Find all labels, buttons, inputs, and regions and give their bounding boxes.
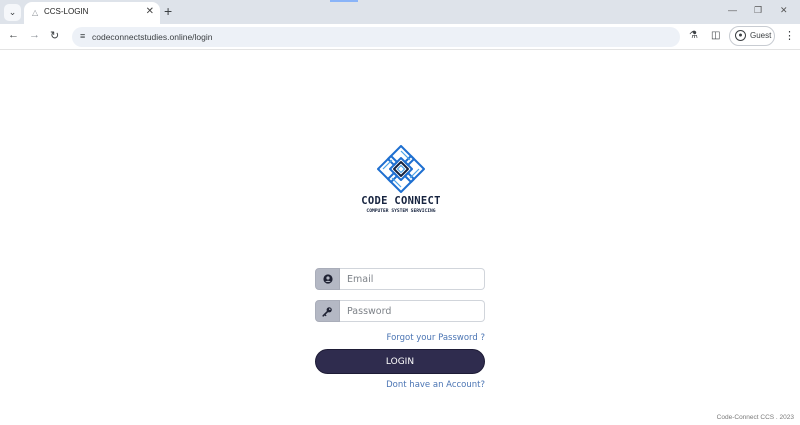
user-circle-icon	[322, 274, 333, 284]
footer-copyright: Code-Connect CCS . 2023	[716, 414, 794, 421]
arrow-right-icon[interactable]: →	[29, 29, 40, 41]
key-icon	[322, 306, 332, 317]
brand-logo: CODE CONNECT COMPUTER SYSTEM SERVICING	[359, 145, 443, 219]
chevron-down-icon: ⌄	[8, 7, 17, 17]
profile-label: Guest	[750, 31, 772, 40]
password-input[interactable]	[340, 300, 485, 322]
window-close-icon[interactable]: ✕	[780, 5, 788, 16]
reload-icon[interactable]: ↻	[50, 29, 59, 42]
login-button[interactable]: LOGIN	[315, 349, 485, 374]
browser-toolbar: ← → ↻ ≡ codeconnectstudies.online/login …	[0, 24, 800, 50]
brand-name: CODE CONNECT	[361, 195, 441, 207]
email-field	[315, 268, 485, 290]
flask-icon[interactable]: ⚗	[689, 30, 698, 41]
tab-title: CCS-LOGIN	[44, 7, 89, 16]
tab-strip: ⌄ △ CCS-LOGIN ✕ + — ❐ ✕	[0, 0, 800, 24]
email-field-addon	[315, 268, 340, 290]
warning-icon: △	[32, 8, 39, 17]
restore-icon[interactable]: ❐	[754, 5, 762, 16]
tab-search-button[interactable]: ⌄	[4, 4, 21, 21]
tune-icon[interactable]: ≡	[80, 31, 85, 41]
profile-icon: ●	[735, 30, 746, 41]
brand-tagline: COMPUTER SYSTEM SERVICING	[366, 209, 436, 214]
address-bar[interactable]: ≡ codeconnectstudies.online/login	[72, 27, 680, 47]
email-input[interactable]	[340, 268, 485, 290]
url-text[interactable]: codeconnectstudies.online/login	[92, 32, 213, 42]
signup-link[interactable]: Dont have an Account?	[315, 380, 485, 390]
minimize-icon[interactable]: —	[728, 5, 737, 15]
browser-tab[interactable]: △ CCS-LOGIN ✕	[24, 2, 160, 24]
side-panel-icon[interactable]: ◫	[711, 30, 720, 41]
password-field-addon	[315, 300, 340, 322]
kebab-menu-icon[interactable]: ⋮	[784, 29, 795, 42]
logo-mark-icon	[377, 145, 425, 193]
tab-strip-accent	[330, 0, 358, 2]
arrow-left-icon[interactable]: ←	[8, 29, 19, 41]
password-field	[315, 300, 485, 322]
profile-button[interactable]: ● Guest	[729, 26, 775, 46]
plus-icon[interactable]: +	[164, 3, 172, 19]
forgot-password-link[interactable]: Forgot your Password ?	[315, 333, 486, 343]
close-icon[interactable]: ✕	[146, 6, 154, 17]
